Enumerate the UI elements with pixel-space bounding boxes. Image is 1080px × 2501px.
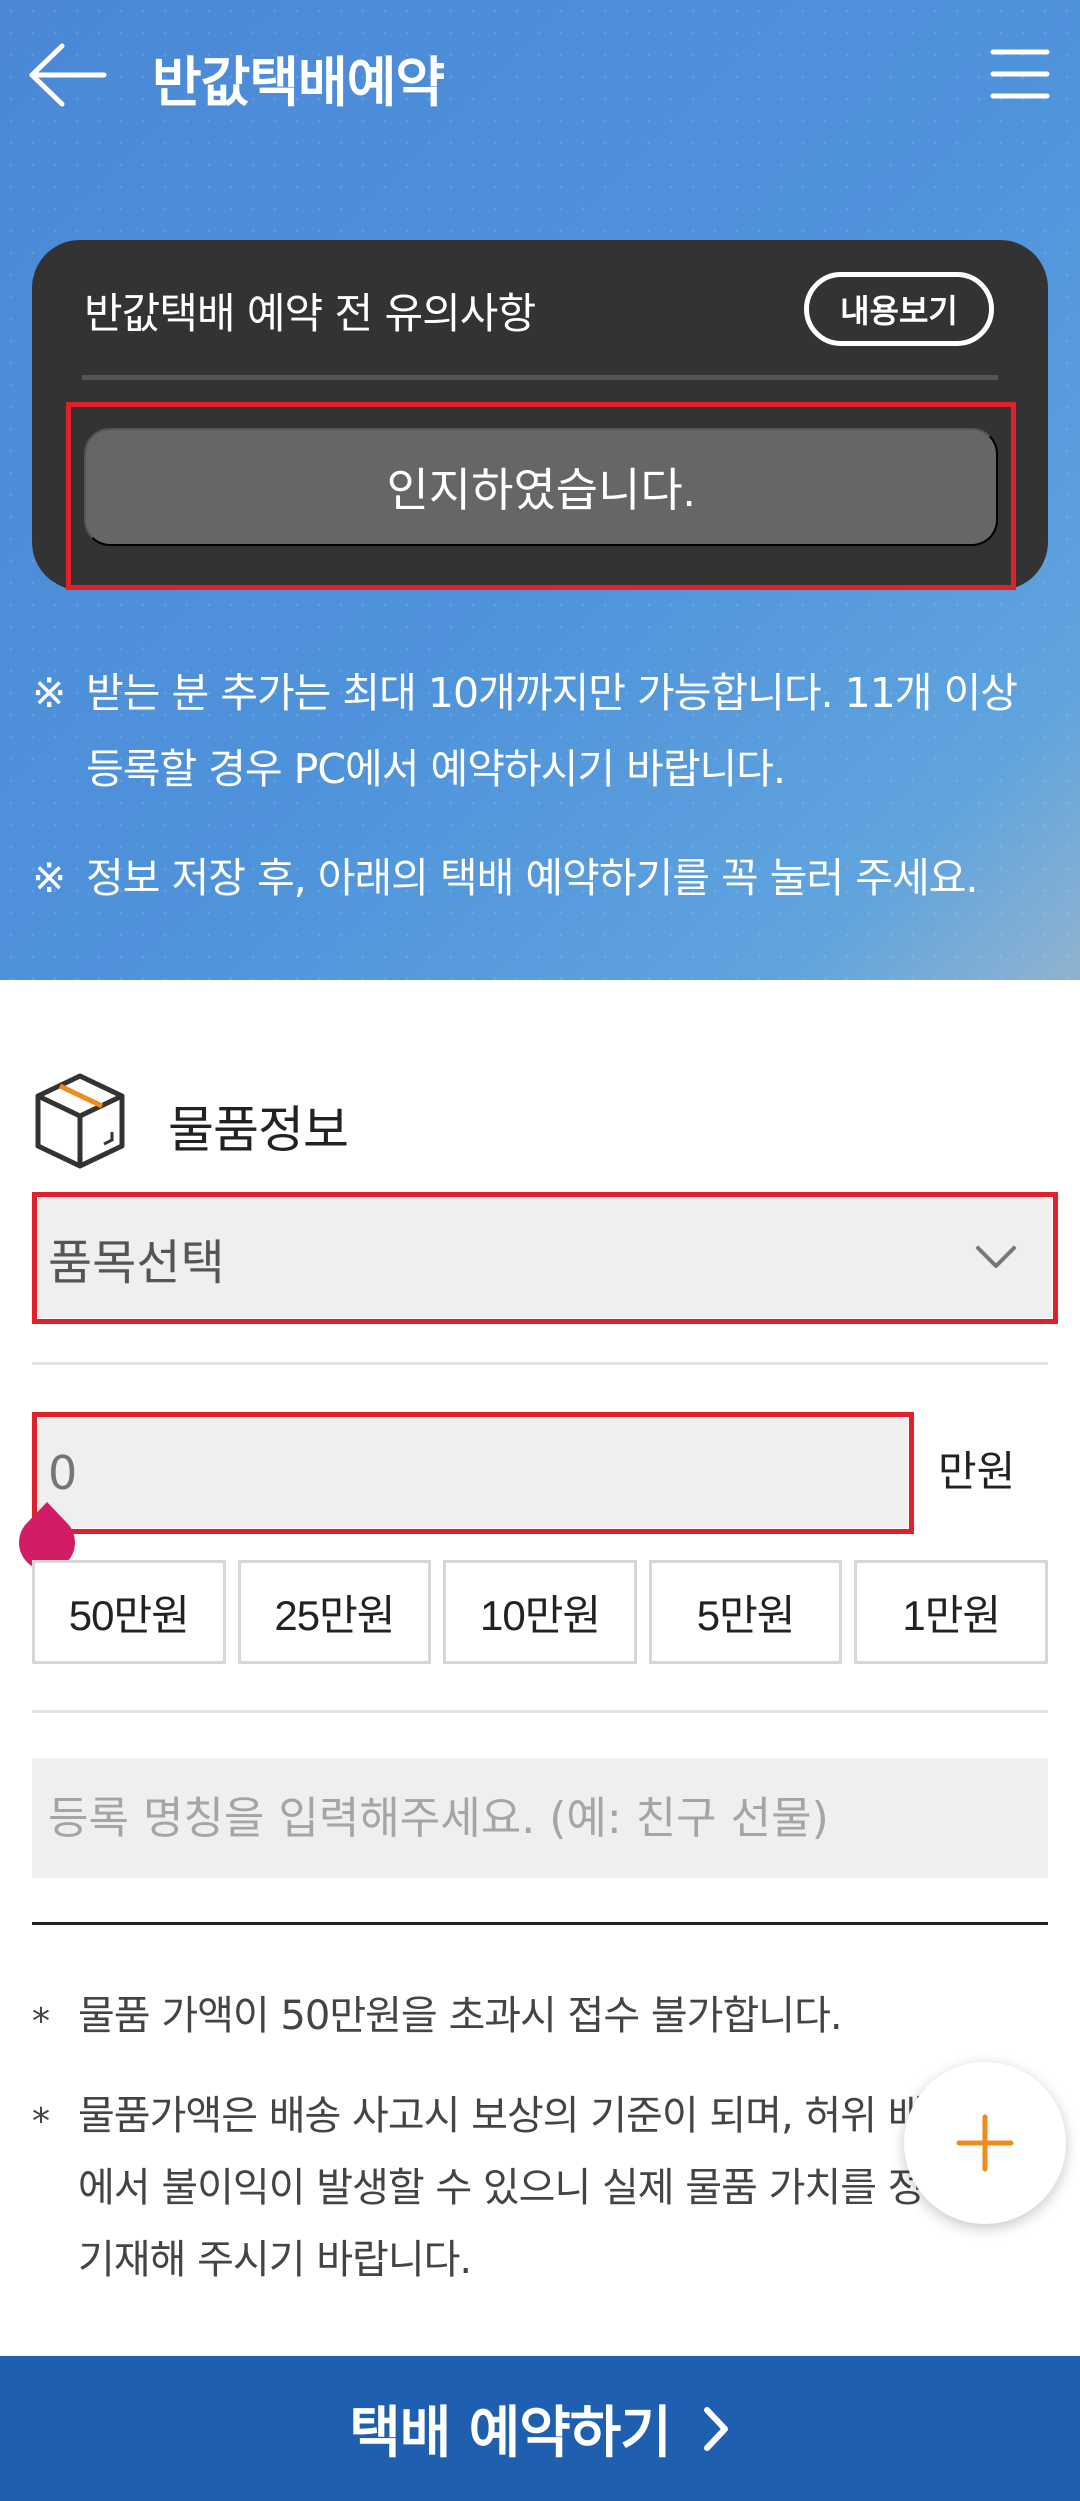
reserve-delivery-button[interactable]: 택배 예약하기 (0, 2356, 1080, 2501)
footnote-mark: * (32, 2001, 50, 2042)
plus-icon (956, 2114, 1014, 2172)
amount-unit: 만원 (938, 1447, 1016, 1496)
note-text: 받는 분 추가는 최대 10개까지만 가능합니다. 11개 이상 등록할 경우 … (86, 669, 1018, 793)
item-info-heading: 물품정보 (32, 1070, 632, 1170)
footnote-mark: * (32, 2101, 50, 2142)
note-text: 정보 저장 후, 아래의 택배 예약하기를 꼭 눌러 주세요. (86, 854, 978, 902)
category-select[interactable]: 품목선택 (38, 1198, 1052, 1318)
page-title: 반값택배예약 (152, 51, 445, 114)
amount-input[interactable] (38, 1418, 908, 1528)
divider (32, 1710, 1048, 1713)
note-mark: ※ (32, 854, 66, 902)
acknowledge-button[interactable]: 인지하였습니다. (84, 428, 998, 546)
package-box-icon (35, 1073, 125, 1169)
section-title: 물품정보 (168, 1101, 349, 1159)
notice-line-2: ※ 정보 저장 후, 아래의 택배 예약하기를 꼭 눌러 주세요. (32, 840, 1062, 916)
chip-50[interactable]: 50만원 (32, 1560, 226, 1664)
notice-line-1: ※ 받는 분 추가는 최대 10개까지만 가능합니다. 11개 이상 등록할 경… (32, 655, 1062, 807)
notice-title: 반값택배 예약 전 유의사항 (84, 289, 536, 338)
menu-button[interactable] (990, 46, 1050, 102)
chip-25[interactable]: 25만원 (237, 1560, 432, 1664)
chip-1[interactable]: 1만원 (854, 1560, 1048, 1664)
note-mark: ※ (32, 669, 66, 717)
card-divider (82, 375, 998, 380)
back-button[interactable] (28, 40, 108, 110)
amount-chip-group: 50만원 25만원 10만원 5만원 1만원 (32, 1560, 1048, 1664)
hero-banner: 반값택배예약 반값택배 예약 전 유의사항 내용보기 인지하였습니다. ※ 받는… (0, 0, 1080, 980)
notice-card: 반값택배 예약 전 유의사항 내용보기 인지하였습니다. (32, 240, 1048, 590)
section-divider (32, 1922, 1048, 1925)
add-fab-button[interactable] (904, 2062, 1066, 2224)
footnote-text: 물품 가액이 50만원을 초과시 접수 불가합니다. (78, 1993, 843, 2039)
divider (32, 1362, 1048, 1365)
view-details-button[interactable]: 내용보기 (804, 272, 994, 346)
chevron-down-icon (976, 1246, 1016, 1268)
chevron-right-icon (703, 2406, 728, 2451)
footnote-text: 물품가액은 배송 사고시 보상의 기준이 되며, 허위 배송과정에서 불이익이 … (78, 2093, 1032, 2283)
arrow-left-icon (29, 43, 107, 107)
chip-5[interactable]: 5만원 (648, 1560, 843, 1664)
registration-name-input[interactable] (32, 1758, 1048, 1878)
chip-10[interactable]: 10만원 (443, 1560, 637, 1664)
reserve-delivery-label: 택배 예약하기 (349, 2401, 672, 2466)
top-bar: 반값택배예약 (0, 0, 1080, 150)
footnote-2: * 물품가액은 배송 사고시 보상의 기준이 되며, 허위 배송과정에서 불이익… (32, 2080, 1032, 2296)
footnote-1: * 물품 가액이 50만원을 초과시 접수 불가합니다. (32, 1980, 1032, 2052)
hamburger-menu-icon (990, 49, 1050, 99)
category-select-value: 품목선택 (48, 1235, 225, 1291)
